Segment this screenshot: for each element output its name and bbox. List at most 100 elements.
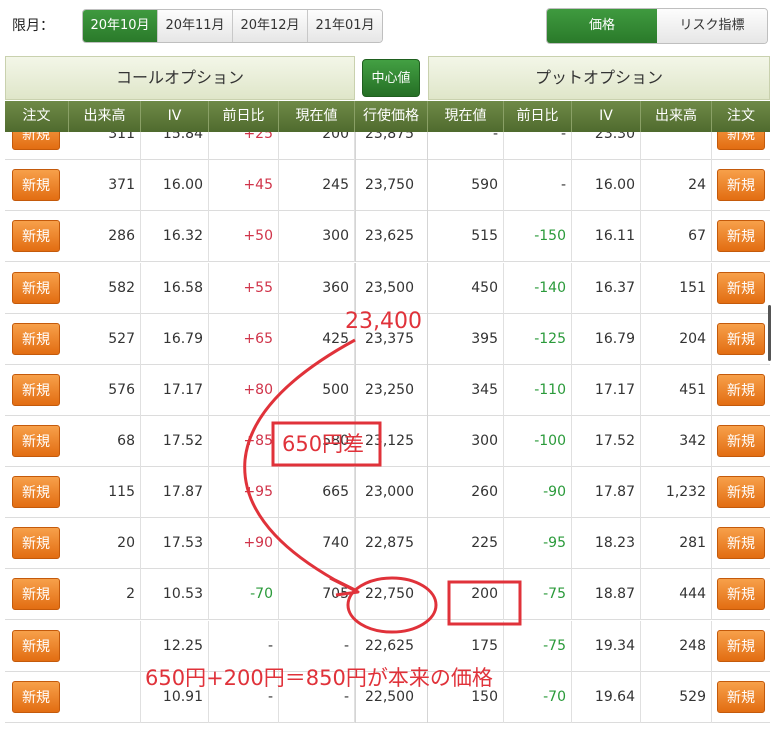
option-group-header: コールオプション 中心値 プットオプション [5, 56, 770, 100]
option-chain-table: 新規 311 15.84 +25 200 23,875- -23.30 新規 新規 371 16.0… [5, 132, 770, 737]
call-volume: 582 [69, 263, 141, 314]
put-iv: 19.64 [572, 672, 641, 723]
call-volume: 371 [69, 160, 141, 211]
call-change: +45 [209, 160, 279, 211]
call-volume: 68 [69, 416, 141, 467]
annotation-target-price: 23,400 [345, 309, 422, 334]
call-volume: 20 [69, 518, 141, 569]
strike-price: 23,625 [355, 211, 428, 262]
call-order-button[interactable]: 新規 [12, 630, 60, 662]
table-row: 新規 311 15.84 +25 200 23,875- -23.30 新規 [5, 132, 770, 160]
col-put-iv: IV [572, 101, 641, 132]
risk-indicator-tab[interactable]: リスク指標 [657, 9, 767, 43]
call-change: +55 [209, 263, 279, 314]
put-order-button[interactable]: 新規 [717, 374, 765, 406]
put-volume: 342 [641, 416, 712, 467]
put-order-button[interactable]: 新規 [717, 681, 765, 713]
call-change: -70 [209, 569, 279, 620]
call-order-button[interactable]: 新規 [12, 527, 60, 559]
call-order-button[interactable]: 新規 [12, 220, 60, 252]
call-order-button[interactable]: 新規 [12, 425, 60, 457]
put-order-button[interactable]: 新規 [717, 476, 765, 508]
put-change: -110 [504, 365, 572, 416]
month-tab-2012[interactable]: 20年12月 [232, 10, 307, 42]
put-order-button[interactable]: 新規 [717, 425, 765, 457]
put-change: -75 [504, 569, 572, 620]
table-row: 新規 582 16.58 +55 360 23,500 450 -140 16.37 151 新規 [5, 263, 770, 314]
put-order-button[interactable]: 新規 [717, 220, 765, 252]
strike-price: 23,750 [355, 160, 428, 211]
table-row: 新規 286 16.32 +50 300 23,625 515 -150 16.11 67 新規 [5, 211, 770, 262]
call-iv: 17.17 [141, 365, 209, 416]
put-order-button[interactable]: 新規 [717, 323, 765, 355]
call-volume [69, 672, 141, 723]
put-order-button[interactable]: 新規 [717, 578, 765, 610]
call-change: +85 [209, 416, 279, 467]
call-change: +95 [209, 467, 279, 518]
table-scrollbar[interactable] [768, 305, 771, 361]
call-volume: 115 [69, 467, 141, 518]
put-price: 395 [428, 314, 504, 365]
call-iv: 16.00 [141, 160, 209, 211]
call-price: 740 [279, 518, 355, 569]
call-order-button[interactable]: 新規 [12, 272, 60, 304]
call-volume: 527 [69, 314, 141, 365]
strike-price: 22,750 [355, 569, 428, 620]
call-volume: 2 [69, 569, 141, 620]
month-tab-2011[interactable]: 20年11月 [157, 10, 232, 42]
call-iv: 10.53 [141, 569, 209, 620]
put-iv: 17.17 [572, 365, 641, 416]
call-iv: 16.58 [141, 263, 209, 314]
call-change: +50 [209, 211, 279, 262]
table-row: 新規 115 17.87 +95 665 23,000 260 -90 17.87 1,232 新規 [5, 467, 770, 518]
call-price: 500 [279, 365, 355, 416]
call-order-button[interactable]: 新規 [12, 132, 60, 150]
table-row: 新規 68 17.52 +85 580 23,125 300 -100 17.52 342 新規 [5, 416, 770, 467]
call-volume: 576 [69, 365, 141, 416]
call-price: 245 [279, 160, 355, 211]
col-call-volume: 出来高 [69, 101, 141, 132]
put-order-button[interactable]: 新規 [717, 132, 765, 150]
put-order-button[interactable]: 新規 [717, 272, 765, 304]
put-order-button[interactable]: 新規 [717, 169, 765, 201]
call-change: +25 [209, 132, 279, 160]
strike-price: 22,875 [355, 518, 428, 569]
put-iv: 18.23 [572, 518, 641, 569]
center-value-button[interactable]: 中心値 [362, 59, 420, 97]
col-strike-price: 行使価格 [355, 101, 428, 132]
put-change: -90 [504, 467, 572, 518]
col-call-order: 注文 [5, 101, 69, 132]
call-order-button[interactable]: 新規 [12, 578, 60, 610]
call-change: +90 [209, 518, 279, 569]
put-volume: 204 [641, 314, 712, 365]
table-row: 新規 20 17.53 +90 740 22,875 225 -95 18.23 281 新規 [5, 518, 770, 569]
month-tab-2101[interactable]: 21年01月 [307, 10, 382, 42]
price-view-tab[interactable]: 価格 [547, 9, 657, 43]
call-order-button[interactable]: 新規 [12, 323, 60, 355]
call-order-button[interactable]: 新規 [12, 374, 60, 406]
put-order-button[interactable]: 新規 [717, 630, 765, 662]
put-volume: 1,232 [641, 467, 712, 518]
column-header-row: 注文 出来高 IV 前日比 現在値 行使価格 現在値 前日比 IV 出来高 注文 [5, 101, 770, 132]
expiry-month-tabs: 20年10月 20年11月 20年12月 21年01月 [82, 9, 383, 43]
call-volume [69, 621, 141, 672]
view-toggle: 価格 リスク指標 [546, 8, 768, 44]
call-order-button[interactable]: 新規 [12, 681, 60, 713]
call-order-button[interactable]: 新規 [12, 169, 60, 201]
put-price: 200 [428, 569, 504, 620]
call-price: 425 [279, 314, 355, 365]
put-iv: 17.52 [572, 416, 641, 467]
call-volume: 311 [69, 132, 141, 160]
put-volume: 444 [641, 569, 712, 620]
call-price: 200 [279, 132, 355, 160]
call-order-button[interactable]: 新規 [12, 476, 60, 508]
col-put-price: 現在値 [428, 101, 504, 132]
annotation-formula: 650円+200円＝850円が本来の価格 [145, 666, 493, 690]
month-tab-2010[interactable]: 20年10月 [83, 10, 157, 42]
put-order-button[interactable]: 新規 [717, 527, 765, 559]
put-change: -70 [504, 672, 572, 723]
col-call-iv: IV [141, 101, 209, 132]
put-volume: 281 [641, 518, 712, 569]
col-call-change: 前日比 [209, 101, 279, 132]
put-change: - [504, 160, 572, 211]
